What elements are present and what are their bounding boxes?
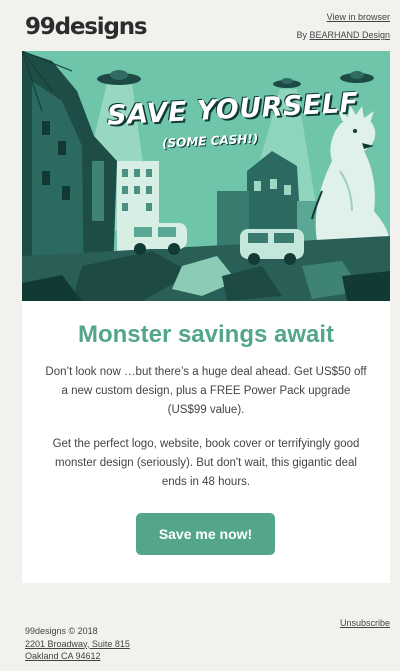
footer-address-block: 99designs © 2018 2201 Broadway, Suite 81… [25, 625, 130, 663]
intro-paragraph: Don’t look now …but there’s a huge deal … [45, 366, 367, 416]
view-in-browser-link[interactable]: View in browser [327, 12, 390, 22]
content-card: Monster savings await Don’t look now …bu… [22, 301, 390, 583]
save-me-now-button[interactable]: Save me now! [136, 513, 275, 555]
brand-logo[interactable]: 99designs [25, 14, 148, 40]
designer-link[interactable]: BEARHAND Design [309, 30, 390, 40]
headline: Monster savings await [77, 321, 335, 348]
email-header: 99designs View in browser By BEARHAND De… [22, 12, 390, 46]
copyright-text: 99designs © 2018 [25, 626, 98, 636]
designer-credit: By BEARHAND Design [296, 30, 390, 40]
designer-credit-prefix: By [296, 30, 307, 40]
address-line-2-link[interactable]: Oakland CA 94612 [25, 651, 101, 661]
details-paragraph: Get the perfect logo, website, book cove… [52, 438, 360, 488]
email-page: 99designs View in browser By BEARHAND De… [0, 0, 400, 671]
address-line-1-link[interactable]: 2201 Broadway, Suite 815 [25, 639, 130, 649]
unsubscribe-link[interactable]: Unsubscribe [340, 617, 390, 630]
hero-illustration[interactable]: SAVE YOURSELF (SOME CASH!) [22, 51, 390, 301]
